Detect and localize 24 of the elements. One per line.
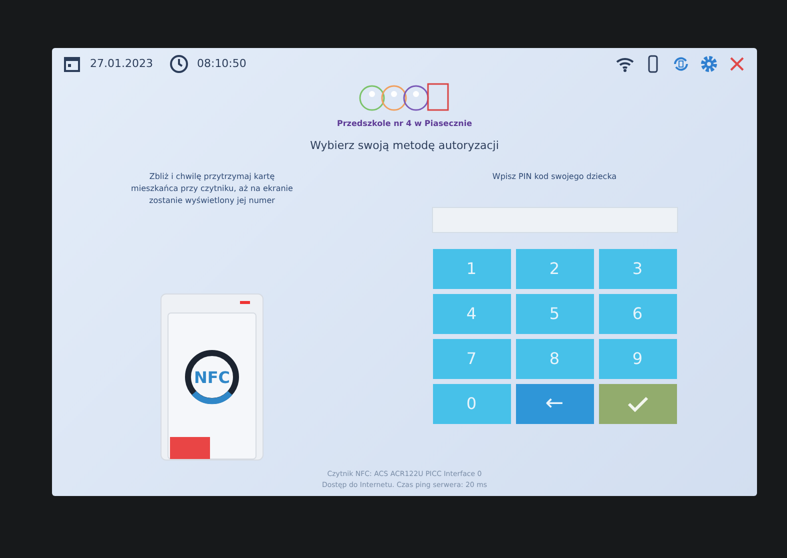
digit-key[interactable]: 7 [432, 338, 510, 378]
heading: Wybierz swoją metodę autoryzacji [310, 138, 499, 154]
pin-instruction: Wpisz PIN kod swojego dziecka [492, 170, 617, 182]
confirm-key[interactable] [598, 384, 676, 424]
digit-key[interactable]: 9 [598, 338, 676, 378]
date-text: 27.01.2023 [90, 56, 153, 72]
calendar-icon [62, 54, 82, 74]
digit-key[interactable]: 2 [516, 248, 594, 288]
backspace-key[interactable]: ← [516, 384, 594, 424]
pin-input-field[interactable] [432, 206, 678, 232]
digit-key[interactable]: 1 [432, 248, 510, 288]
digit-key[interactable]: 6 [598, 294, 676, 334]
digit-key[interactable]: 0 [432, 384, 510, 424]
digit-key[interactable]: 5 [516, 294, 594, 334]
digit-key[interactable]: 4 [432, 294, 510, 334]
checkmark-icon [626, 396, 648, 412]
time-text: 08:10:50 [196, 56, 246, 72]
card-instruction: Zbliż i chwilę przytrzymaj kartę mieszkańca przy czytniku, aż na ekranie zostanie wyświetlony jej numer [130, 170, 294, 206]
nfc-reader-drawing: NFC [160, 293, 264, 461]
settings-icon[interactable] [699, 54, 719, 74]
clock-icon [168, 54, 189, 74]
digit-key[interactable]: 8 [516, 338, 594, 378]
school-name: Przedszkole nr 4 w Piasecznie [337, 118, 472, 130]
digit-key[interactable]: 3 [598, 248, 676, 288]
